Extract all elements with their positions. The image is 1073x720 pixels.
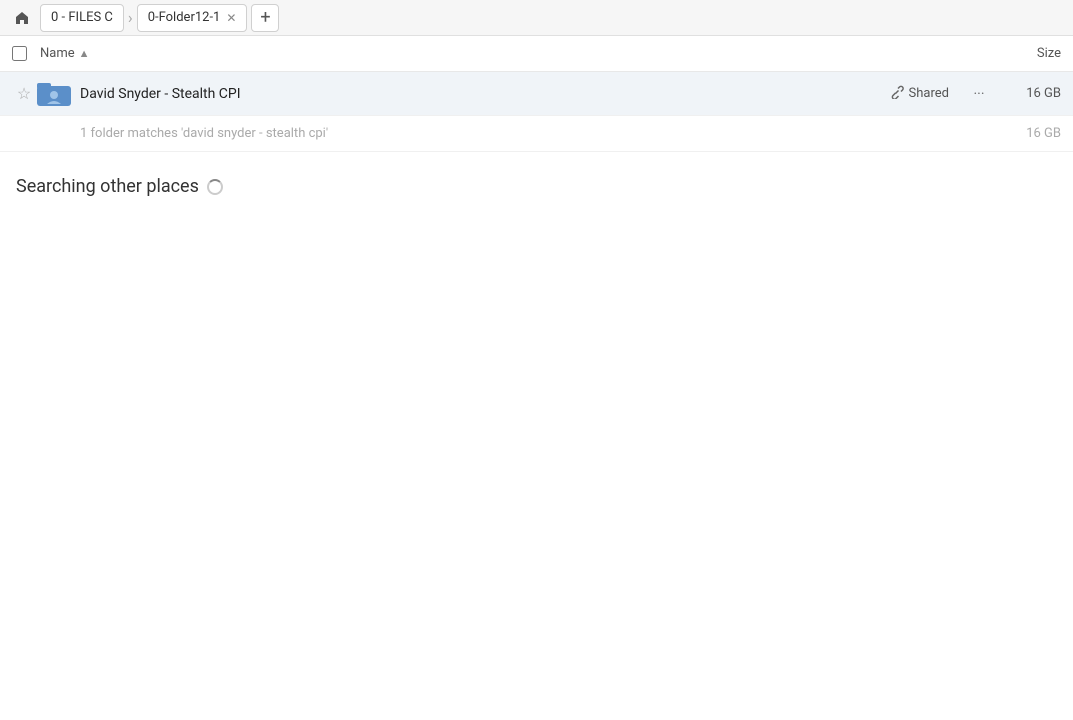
star-icon: ☆ xyxy=(17,84,31,103)
home-button[interactable] xyxy=(8,4,36,32)
breadcrumb-tab-folder-label: 0-Folder12-1 xyxy=(148,10,221,25)
column-header-row: Name ▲ Size xyxy=(0,36,1073,72)
searching-title-text: Searching other places xyxy=(16,176,199,197)
more-icon: ··· xyxy=(974,86,985,102)
file-more-button[interactable]: ··· xyxy=(965,80,993,108)
column-name-label: Name xyxy=(40,46,75,61)
match-info-row: 1 folder matches 'david snyder - stealth… xyxy=(0,116,1073,152)
file-size-value: 16 GB xyxy=(1001,86,1061,101)
select-all-checkbox-wrap[interactable] xyxy=(12,46,40,61)
column-size-header: Size xyxy=(981,46,1061,61)
searching-title: Searching other places xyxy=(16,176,1057,197)
home-icon xyxy=(14,10,30,26)
breadcrumb-tab-close-icon[interactable]: ✕ xyxy=(226,11,236,25)
loading-spinner xyxy=(207,179,223,195)
file-name-label: David Snyder - Stealth CPI xyxy=(80,86,890,102)
select-all-checkbox[interactable] xyxy=(12,46,27,61)
folder-icon-wrap xyxy=(36,76,72,112)
breadcrumb-separator: › xyxy=(128,8,133,27)
breadcrumb-tab-files-label: 0 - FILES C xyxy=(51,10,113,25)
searching-section: Searching other places xyxy=(0,152,1073,209)
add-icon: + xyxy=(260,7,270,28)
match-info-size: 16 GB xyxy=(1001,126,1061,141)
breadcrumb-add-button[interactable]: + xyxy=(251,4,279,32)
column-name-header[interactable]: Name ▲ xyxy=(40,46,981,61)
breadcrumb-bar: 0 - FILES C › 0-Folder12-1 ✕ + xyxy=(0,0,1073,36)
file-shared-badge: Shared xyxy=(890,85,949,103)
folder-icon xyxy=(37,80,71,108)
star-button[interactable]: ☆ xyxy=(12,84,36,103)
match-info-text: 1 folder matches 'david snyder - stealth… xyxy=(80,126,1001,141)
sort-arrow-icon: ▲ xyxy=(79,47,90,60)
file-list-row[interactable]: ☆ David Snyder - Stealth CPI Shared ··· … xyxy=(0,72,1073,116)
breadcrumb-tab-files[interactable]: 0 - FILES C xyxy=(40,4,124,32)
link-icon xyxy=(890,85,904,103)
shared-label: Shared xyxy=(909,86,949,101)
column-size-label: Size xyxy=(1037,46,1061,61)
breadcrumb-tab-folder[interactable]: 0-Folder12-1 ✕ xyxy=(137,4,248,32)
